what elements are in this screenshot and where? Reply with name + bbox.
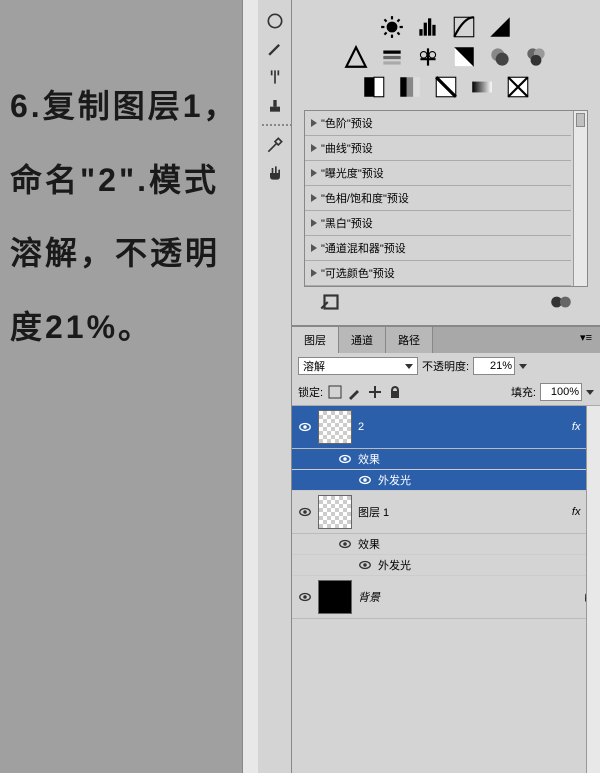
dropdown-icon — [405, 364, 413, 369]
visibility-icon[interactable] — [338, 452, 352, 466]
lock-all-icon[interactable] — [387, 384, 403, 400]
expand-icon — [311, 119, 317, 127]
effect-outer-glow[interactable]: 外发光 — [292, 470, 600, 491]
stamp-icon[interactable] — [260, 92, 290, 118]
effects-row[interactable]: 效果 — [292, 449, 600, 470]
visibility-icon[interactable] — [298, 505, 312, 519]
fx-badge[interactable]: fx — [572, 506, 581, 518]
exposure-icon[interactable] — [487, 16, 513, 38]
panel-area: "色阶"预设 "曲线"预设 "曝光度"预设 "色相/饱和度"预设 "黑白"预设 … — [258, 0, 600, 773]
wrench-icon[interactable] — [260, 132, 290, 158]
visibility-icon[interactable] — [298, 420, 312, 434]
threshold-icon[interactable] — [433, 76, 459, 98]
black-white-icon[interactable] — [451, 46, 477, 68]
expand-icon — [311, 219, 317, 227]
lock-position-icon[interactable] — [367, 384, 383, 400]
fill-label: 填充: — [511, 384, 536, 400]
canvas-area: 6.复制图层1，命名"2".模式溶解，不透明度21%。 — [0, 0, 258, 773]
lock-fill-row: 锁定: 填充: 100% — [292, 379, 600, 406]
gradient-map-icon[interactable] — [469, 76, 495, 98]
preset-scrollbar[interactable] — [573, 111, 587, 286]
canvas-scrollbar[interactable] — [242, 0, 258, 773]
layer-row[interactable]: 图层 1 fx ▾ — [292, 491, 600, 534]
photo-filter-icon[interactable] — [487, 46, 513, 68]
blend-mode-select[interactable]: 溶解 — [298, 357, 418, 375]
selective-color-icon[interactable] — [505, 76, 531, 98]
effects-row[interactable]: 效果 — [292, 534, 600, 555]
expand-icon — [311, 244, 317, 252]
channel-mixer-icon[interactable] — [523, 46, 549, 68]
lock-transparent-icon[interactable] — [327, 384, 343, 400]
lock-label: 锁定: — [298, 384, 323, 400]
levels-icon[interactable] — [415, 16, 441, 38]
mini-toolbar — [258, 0, 292, 773]
layer-name: 2 — [358, 421, 566, 433]
blend-opacity-row: 溶解 不透明度: 21% — [292, 353, 600, 379]
visibility-icon[interactable] — [358, 558, 372, 572]
curves-icon[interactable] — [451, 16, 477, 38]
lock-pixels-icon[interactable] — [347, 384, 363, 400]
tab-channels[interactable]: 通道 — [339, 327, 386, 353]
expand-icon — [311, 269, 317, 277]
opacity-input[interactable]: 21% — [473, 357, 515, 375]
panel-menu-icon[interactable]: ▾≡ — [572, 327, 600, 353]
preset-item-bw[interactable]: "黑白"预设 — [305, 211, 571, 236]
opacity-label: 不透明度: — [422, 358, 469, 374]
layer-name: 图层 1 — [358, 504, 566, 520]
fill-input[interactable]: 100% — [540, 383, 582, 401]
preset-item-levels[interactable]: "色阶"预设 — [305, 111, 571, 136]
visibility-icon[interactable] — [338, 537, 352, 551]
layer-name: 背景 — [358, 589, 576, 605]
dropdown-icon[interactable] — [519, 364, 527, 369]
posterize-icon[interactable] — [397, 76, 423, 98]
layer-row[interactable]: 2 fx ▾ — [292, 406, 600, 449]
fork-icon[interactable] — [260, 64, 290, 90]
preset-item-exposure[interactable]: "曝光度"预设 — [305, 161, 571, 186]
invert-icon[interactable] — [361, 76, 387, 98]
canvas-instruction-text: 6.复制图层1，命名"2".模式溶解，不透明度21%。 — [10, 70, 248, 364]
layer-thumbnail — [318, 495, 352, 529]
visibility-icon[interactable] — [358, 473, 372, 487]
expand-icon — [311, 169, 317, 177]
layer-row[interactable]: 背景 — [292, 576, 600, 619]
view-previous-icon[interactable] — [548, 291, 574, 313]
preset-item-hue-sat[interactable]: "色相/饱和度"预设 — [305, 186, 571, 211]
divider-icon — [262, 124, 292, 126]
layers-panel: 图层 通道 路径 ▾≡ 溶解 不透明度: 21% 锁定: — [292, 326, 600, 773]
layer-thumbnail — [318, 580, 352, 614]
clip-layer-icon[interactable] — [318, 291, 344, 313]
brush-icon[interactable] — [260, 36, 290, 62]
right-panels: "色阶"预设 "曲线"预设 "曝光度"预设 "色相/饱和度"预设 "黑白"预设 … — [292, 0, 600, 773]
color-balance-icon[interactable] — [415, 46, 441, 68]
hue-sat-icon[interactable] — [379, 46, 405, 68]
adjustments-panel: "色阶"预设 "曲线"预设 "曝光度"预设 "色相/饱和度"预设 "黑白"预设 … — [292, 0, 600, 326]
preset-item-channel-mixer[interactable]: "通道混和器"预设 — [305, 236, 571, 261]
layer-list: 2 fx ▾ 效果 外发光 图层 1 fx — [292, 406, 600, 773]
vibrance-icon[interactable] — [343, 46, 369, 68]
tab-layers[interactable]: 图层 — [292, 327, 339, 353]
expand-icon — [311, 144, 317, 152]
layer-thumbnail — [318, 410, 352, 444]
layer-scrollbar[interactable] — [586, 406, 600, 773]
hue-icon[interactable] — [260, 8, 290, 34]
dropdown-icon[interactable] — [586, 390, 594, 395]
preset-item-selective[interactable]: "可选颜色"预设 — [305, 261, 571, 286]
fx-badge[interactable]: fx — [572, 421, 581, 433]
hand-icon[interactable] — [260, 160, 290, 186]
brightness-contrast-icon[interactable] — [379, 16, 405, 38]
tab-paths[interactable]: 路径 — [386, 327, 433, 353]
preset-list: "色阶"预设 "曲线"预设 "曝光度"预设 "色相/饱和度"预设 "黑白"预设 … — [304, 110, 588, 287]
effect-outer-glow[interactable]: 外发光 — [292, 555, 600, 576]
visibility-icon[interactable] — [298, 590, 312, 604]
preset-item-curves[interactable]: "曲线"预设 — [305, 136, 571, 161]
expand-icon — [311, 194, 317, 202]
panel-tabs: 图层 通道 路径 ▾≡ — [292, 327, 600, 353]
